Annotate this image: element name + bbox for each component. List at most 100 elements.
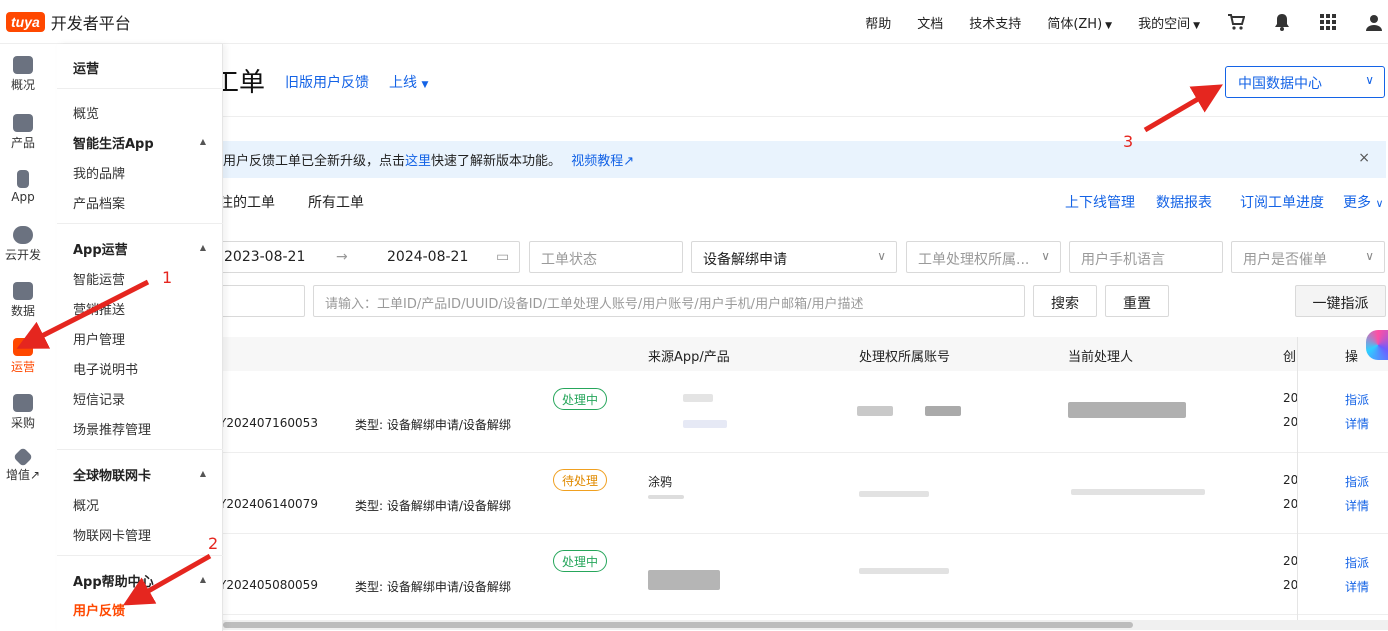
submenu-item-product-archive[interactable]: 产品档案	[73, 193, 125, 212]
diamond-icon	[13, 447, 33, 467]
chevron-up-icon[interactable]: ▲	[200, 137, 206, 146]
created-time: 20	[1283, 391, 1299, 405]
submenu-item-scene[interactable]: 场景推荐管理	[73, 419, 151, 438]
online-dropdown[interactable]: 上线 ▼	[389, 72, 428, 92]
chevron-down-icon: ∨	[1365, 249, 1374, 263]
search-input[interactable]: 请输入：工单ID/产品ID/UUID/设备ID/工单处理人账号/用户账号/用户手…	[313, 285, 1025, 317]
group-smart-life-app[interactable]: 智能生活App	[73, 133, 154, 152]
rail-item-product[interactable]: 产品	[0, 114, 46, 151]
submenu-item-overview[interactable]: 概览	[73, 103, 99, 122]
tab-followed[interactable]: 注的工单	[223, 192, 275, 212]
video-tutorial-link[interactable]: 视频教程↗	[571, 154, 634, 169]
online-offline-management-link[interactable]: 上下线管理	[1065, 192, 1135, 212]
support-link[interactable]: 技术支持	[969, 13, 1021, 32]
more-menu[interactable]: 更多 ∨	[1343, 192, 1384, 212]
table-row[interactable]: 处理中 Y202405080059 类型: 设备解绑申请/设备解绑 20 20 …	[223, 534, 1388, 615]
search-type-select[interactable]	[223, 285, 305, 317]
submenu-item-iot-overview[interactable]: 概况	[73, 495, 99, 514]
submenu-item-iot-management[interactable]: 物联网卡管理	[73, 525, 151, 544]
data-center-select[interactable]: 中国数据中心 ∨	[1225, 66, 1385, 98]
user-icon[interactable]	[1364, 12, 1384, 32]
notice-here-link[interactable]: 这里	[405, 154, 431, 169]
tab-all[interactable]: 所有工单	[308, 192, 364, 212]
one-click-assign-button[interactable]: 一键指派	[1295, 285, 1386, 317]
chevron-up-icon[interactable]: ▲	[200, 243, 206, 252]
assign-link[interactable]: 指派	[1345, 391, 1369, 408]
col-actions: 操	[1345, 350, 1359, 365]
source-app: 涂鸦	[648, 475, 673, 489]
redacted-owner	[859, 491, 929, 497]
type-value: 设备解绑申请	[703, 252, 787, 268]
rail-item-cloud[interactable]: 云开发	[0, 226, 46, 263]
rail-item-operations[interactable]: 运营	[0, 338, 46, 375]
home-icon	[13, 56, 33, 74]
table-row[interactable]: 待处理 Y202406140079 类型: 设备解绑申请/设备解绑 涂鸦 20 …	[223, 453, 1388, 534]
rail-label: App	[11, 190, 35, 204]
date-range-picker[interactable]: 2023-08-21 → 2024-08-21 ▭	[223, 241, 520, 273]
group-help-center[interactable]: App帮助中心	[73, 571, 154, 590]
assistant-icon[interactable]	[1366, 330, 1388, 360]
docs-link[interactable]: 文档	[917, 13, 943, 32]
group-app-operations[interactable]: App运营	[73, 239, 128, 258]
date-end: 2024-08-21	[387, 249, 469, 265]
my-space-menu[interactable]: 我的空间 ▼	[1138, 13, 1200, 32]
top-nav: tuya 开发者平台 帮助 文档 技术支持 简体(ZH) ▼ 我的空间 ▼	[0, 0, 1388, 44]
col-owner: 处理权所属账号	[859, 350, 951, 365]
subscribe-progress-link[interactable]: 订阅工单进度	[1240, 192, 1324, 212]
group-iot-card[interactable]: 全球物联网卡	[73, 465, 151, 484]
submenu-item-manual[interactable]: 电子说明书	[73, 359, 138, 378]
legacy-feedback-link[interactable]: 旧版用户反馈	[285, 72, 369, 92]
table-row[interactable]: 处理中 Y202407160053 类型: 设备解绑申请/设备解绑 20 20 …	[223, 372, 1388, 453]
search-button[interactable]: 搜索	[1033, 285, 1097, 317]
data-report-link[interactable]: 数据报表	[1156, 192, 1212, 212]
urge-select[interactable]: 用户是否催单 ∨	[1231, 241, 1385, 273]
submenu-item-sms[interactable]: 短信记录	[73, 389, 125, 408]
redacted-owner	[859, 568, 949, 574]
grid-icon[interactable]	[1318, 12, 1338, 32]
rail-item-purchase[interactable]: 采购	[0, 394, 46, 431]
submenu-item-user-management[interactable]: 用户管理	[73, 329, 125, 348]
submenu-item-brand[interactable]: 我的品牌	[73, 163, 125, 182]
help-link[interactable]: 帮助	[865, 13, 891, 32]
table-header: 来源App/产品 处理权所属账号 当前处理人 创 操	[223, 337, 1388, 371]
divider	[57, 555, 223, 556]
data-center-value: 中国数据中心	[1238, 76, 1322, 92]
col-handler: 当前处理人	[1068, 350, 1134, 365]
created-time-2: 20	[1283, 497, 1299, 511]
redacted-owner	[857, 406, 893, 416]
detail-link[interactable]: 详情	[1345, 415, 1369, 432]
rail-label: 运营	[10, 360, 35, 374]
horizontal-scrollbar[interactable]	[223, 620, 1388, 630]
ticket-type: 类型: 设备解绑申请/设备解绑	[355, 418, 511, 432]
language-filter[interactable]: 用户手机语言	[1069, 241, 1223, 273]
status-select[interactable]: 工单状态	[529, 241, 683, 273]
assign-link[interactable]: 指派	[1345, 554, 1369, 571]
reset-button[interactable]: 重置	[1105, 285, 1169, 317]
submenu-item-smart-operation[interactable]: 智能运营	[73, 269, 125, 288]
brand-logo[interactable]: tuya 开发者平台	[6, 10, 131, 34]
chevron-up-icon[interactable]: ▲	[200, 469, 206, 478]
rail-item-value-added[interactable]: 增值↗	[0, 447, 46, 483]
calendar-icon: ▭	[496, 249, 510, 265]
close-icon[interactable]: ×	[1358, 150, 1370, 166]
scrollbar-thumb[interactable]	[223, 622, 1133, 628]
language-select[interactable]: 简体(ZH) ▼	[1047, 13, 1112, 32]
detail-link[interactable]: 详情	[1345, 497, 1369, 514]
created-time-2: 20	[1283, 578, 1299, 592]
cart-icon[interactable]	[1226, 12, 1246, 32]
rail-label: 云开发	[4, 248, 41, 262]
owner-select[interactable]: 工单处理权所属... ∨	[906, 241, 1061, 273]
rail-item-app[interactable]: App	[0, 170, 46, 204]
rail-item-data[interactable]: 数据	[0, 282, 46, 319]
redacted-source	[648, 570, 720, 590]
submenu-item-user-feedback[interactable]: 用户反馈	[73, 600, 125, 619]
status-badge: 处理中	[553, 550, 608, 572]
type-select[interactable]: 设备解绑申请 ∨	[691, 241, 897, 273]
rail-item-overview[interactable]: 概况	[0, 56, 46, 93]
assign-link[interactable]: 指派	[1345, 473, 1369, 490]
chevron-up-icon[interactable]: ▲	[200, 575, 206, 584]
box-icon	[13, 394, 33, 412]
detail-link[interactable]: 详情	[1345, 578, 1369, 595]
submenu-item-push[interactable]: 营销推送	[73, 299, 125, 318]
bell-icon[interactable]	[1272, 12, 1292, 32]
